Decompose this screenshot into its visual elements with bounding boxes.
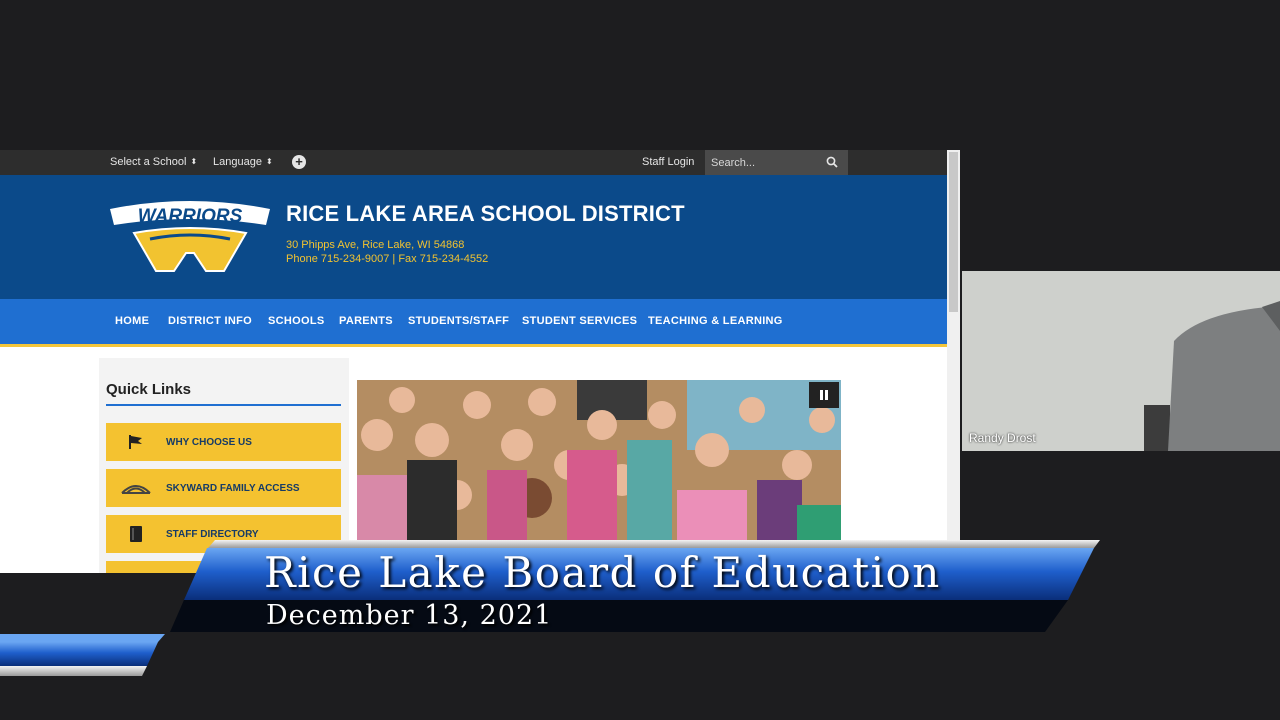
participant-image bbox=[962, 271, 1280, 451]
select-school-dropdown[interactable]: Select a School ⬍ bbox=[110, 156, 197, 168]
divider bbox=[106, 404, 341, 406]
site-header: WARRIORS RICE LAKE AREA SCHOOL DISTRICT … bbox=[0, 175, 947, 299]
scrollbar-thumb[interactable] bbox=[949, 152, 958, 312]
quick-links-title: Quick Links bbox=[106, 381, 192, 398]
skyward-icon bbox=[106, 481, 166, 495]
banner-date: December 13, 2021 bbox=[266, 600, 553, 631]
banner-title: Rice Lake Board of Education bbox=[264, 548, 941, 597]
nav-home[interactable]: HOME bbox=[115, 315, 149, 327]
nav-student-services[interactable]: STUDENT SERVICES bbox=[522, 315, 637, 327]
search-box bbox=[705, 150, 848, 175]
warriors-logo[interactable]: WARRIORS bbox=[106, 195, 274, 275]
nav-schools[interactable]: SCHOOLS bbox=[268, 315, 325, 327]
district-phone: Phone 715-234-9007 | Fax 715-234-4552 bbox=[286, 253, 489, 265]
participant-name: Randy Drost bbox=[969, 431, 1036, 445]
search-icon[interactable] bbox=[826, 156, 838, 168]
district-address: 30 Phipps Ave, Rice Lake, WI 54868 bbox=[286, 239, 465, 251]
hero-photo bbox=[357, 380, 841, 540]
nav-district-info[interactable]: DISTRICT INFO bbox=[168, 315, 252, 327]
nav-students-staff[interactable]: STUDENTS/STAFF bbox=[408, 315, 509, 327]
pause-button[interactable] bbox=[809, 382, 839, 408]
scrollbar[interactable] bbox=[947, 150, 960, 573]
updown-arrow-icon: ⬍ bbox=[190, 157, 198, 166]
nav-teaching-learning[interactable]: TEACHING & LEARNING bbox=[648, 315, 783, 327]
language-dropdown[interactable]: Language ⬍ bbox=[213, 156, 273, 168]
shared-screen: Select a School ⬍ Language ⬍ + Staff Log… bbox=[0, 150, 960, 573]
quick-link-label: SKYWARD FAMILY ACCESS bbox=[166, 482, 300, 494]
meeting-view: { "utility_bar": { "select_school": "Sel… bbox=[0, 0, 1280, 720]
district-title[interactable]: RICE LAKE AREA SCHOOL DISTRICT bbox=[286, 201, 685, 227]
staff-login-link[interactable]: Staff Login bbox=[642, 156, 694, 168]
nav-parents[interactable]: PARENTS bbox=[339, 315, 393, 327]
updown-arrow-icon: ⬍ bbox=[265, 157, 273, 166]
select-school-label: Select a School bbox=[110, 156, 187, 168]
plus-circle-icon[interactable]: + bbox=[292, 155, 306, 169]
pause-icon bbox=[820, 390, 828, 400]
language-label: Language bbox=[213, 156, 262, 168]
quick-link-why-choose-us[interactable]: WHY CHOOSE US bbox=[106, 423, 341, 461]
participant-video[interactable]: Randy Drost bbox=[962, 271, 1280, 451]
children-photo bbox=[357, 380, 841, 540]
logo-text: WARRIORS bbox=[138, 206, 243, 227]
flag-icon bbox=[106, 434, 166, 450]
main-nav: HOME DISTRICT INFO SCHOOLS PARENTS STUDE… bbox=[0, 299, 947, 347]
search-input[interactable] bbox=[711, 154, 821, 171]
utility-bar: Select a School ⬍ Language ⬍ + Staff Log… bbox=[0, 150, 947, 175]
quick-link-skyward[interactable]: SKYWARD FAMILY ACCESS bbox=[106, 469, 341, 507]
quick-link-label: WHY CHOOSE US bbox=[166, 436, 252, 448]
